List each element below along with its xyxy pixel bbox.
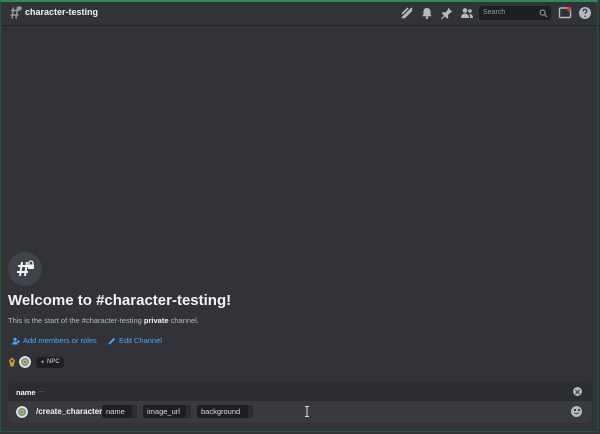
message-composer[interactable]: /create_character name image_url backgro…	[8, 401, 592, 423]
option-chip-image-url[interactable]: image_url	[143, 405, 191, 418]
welcome-subtitle-bold: private	[143, 316, 169, 325]
option-name-label: name	[16, 388, 36, 397]
member-avatars: ✦ NPC	[8, 356, 64, 368]
pin-icon[interactable]	[440, 6, 454, 20]
channel-header: character-testing Search	[0, 0, 600, 26]
edit-channel-button[interactable]: Edit Channel	[108, 336, 162, 345]
option-ellipsis: ...	[39, 387, 45, 394]
role-dot-icon: ✦	[40, 359, 46, 366]
channel-title: character-testing	[25, 7, 99, 17]
bell-icon[interactable]	[420, 6, 434, 20]
help-icon[interactable]	[578, 6, 592, 20]
add-members-label: Add members or roles	[23, 336, 97, 345]
search-input[interactable]: Search	[479, 6, 551, 20]
welcome-subtitle-prefix: This is the start of the #character-test…	[8, 316, 144, 325]
user-avatar[interactable]	[8, 357, 16, 367]
npc-role-tag[interactable]: ✦ NPC	[36, 356, 64, 368]
inbox-icon[interactable]	[558, 6, 572, 20]
members-icon[interactable]	[460, 6, 474, 20]
bot-avatar[interactable]	[19, 356, 31, 368]
welcome-subtitle-suffix: channel.	[168, 316, 199, 325]
command-option-popup: name ...	[8, 383, 592, 401]
private-channel-icon	[17, 260, 34, 277]
option-chip-background[interactable]: background	[197, 405, 253, 418]
welcome-subtitle: This is the start of the #character-test…	[8, 316, 199, 325]
slash-command: /create_character	[36, 407, 103, 416]
channel-badge	[8, 252, 42, 286]
add-member-icon	[12, 337, 20, 344]
text-cursor-icon	[305, 406, 309, 417]
add-members-button[interactable]: Add members or roles	[12, 336, 97, 345]
welcome-title: Welcome to #character-testing!	[8, 292, 232, 309]
message-area: Welcome to #character-testing! This is t…	[0, 26, 600, 434]
search-icon	[539, 9, 548, 18]
pencil-icon	[108, 337, 116, 344]
threads-icon[interactable]	[400, 6, 414, 20]
option-chip-name[interactable]: name	[102, 405, 137, 418]
private-channel-icon	[10, 6, 22, 19]
search-placeholder: Search	[483, 9, 506, 16]
edit-channel-label: Edit Channel	[119, 336, 162, 345]
npc-tag-label: NPC	[47, 359, 60, 365]
app-avatar	[16, 406, 28, 418]
emoji-icon[interactable]	[571, 406, 582, 417]
close-icon[interactable]	[573, 387, 582, 396]
